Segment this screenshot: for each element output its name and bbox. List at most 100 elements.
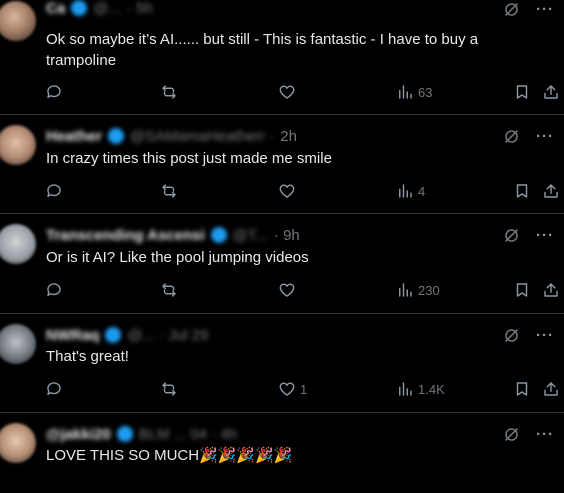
reply-card[interactable]: @jakki20 BLM ... 04 · 4h ··· LOVE THIS S… (0, 413, 564, 493)
grok-icon[interactable] (503, 1, 520, 18)
handle[interactable]: @... · Jul 29 (127, 327, 208, 344)
verified-badge-icon (105, 327, 122, 343)
like-button[interactable] (278, 83, 300, 101)
reply-card[interactable]: Transcending Ascensi @T... · 9h ··· Or i… (0, 214, 564, 314)
share-icon (544, 283, 558, 297)
heart-icon (279, 382, 295, 396)
bookmark-button[interactable] (513, 380, 531, 398)
reply-text: That's great! (46, 348, 129, 365)
share-button[interactable] (542, 182, 560, 200)
more-options-icon[interactable]: ··· (536, 129, 554, 144)
grok-icon[interactable] (503, 426, 520, 443)
avatar[interactable] (0, 224, 36, 264)
reply-card[interactable]: Heather @SAMamaHeatherr · 2h ··· In craz… (0, 115, 564, 214)
grok-icon[interactable] (503, 227, 520, 244)
reply-button[interactable] (45, 281, 63, 299)
action-bar: 63 (0, 83, 564, 103)
share-button[interactable] (542, 281, 560, 299)
reply-header: NWRaq @... · Jul 29 (46, 326, 208, 344)
repost-icon (162, 85, 176, 99)
timestamp[interactable]: 2h (280, 128, 297, 145)
reply-button[interactable] (45, 83, 63, 101)
views-button[interactable]: 63 (396, 83, 432, 101)
handle[interactable]: @SAMamaHeatherr · (130, 128, 274, 145)
display-name[interactable]: Ca (46, 0, 65, 17)
reply-icon (47, 382, 61, 395)
bookmark-button[interactable] (513, 281, 531, 299)
display-name[interactable]: Transcending Ascensi (46, 227, 205, 244)
heart-icon (279, 184, 295, 198)
reply-header: @jakki20 BLM ... 04 · 4h (46, 425, 237, 443)
more-options-icon[interactable]: ··· (536, 228, 554, 243)
verified-badge-icon (107, 128, 124, 144)
avatar[interactable] (0, 324, 36, 364)
like-button[interactable] (278, 182, 300, 200)
reply-text: Or is it AI? Like the pool jumping video… (46, 249, 309, 266)
handle[interactable]: @T... (233, 227, 268, 244)
like-button[interactable] (278, 281, 300, 299)
verified-badge-icon (116, 426, 133, 442)
timestamp[interactable]: · 9h (274, 227, 300, 244)
views-count: 1.4K (418, 381, 445, 397)
verified-badge-icon (210, 227, 227, 243)
reply-header: Transcending Ascensi @T... · 9h (46, 226, 300, 244)
share-button[interactable] (542, 380, 560, 398)
repost-button[interactable] (160, 83, 178, 101)
views-count: 4 (418, 183, 426, 199)
bookmark-button[interactable] (513, 182, 531, 200)
repost-button[interactable] (160, 182, 178, 200)
reply-icon (47, 184, 61, 197)
share-button[interactable] (542, 83, 560, 101)
views-count: 230 (418, 282, 440, 298)
display-name[interactable]: Heather (46, 128, 102, 145)
grok-icon[interactable] (503, 128, 520, 145)
top-icons: ··· (503, 1, 554, 18)
repost-icon (162, 184, 176, 198)
reply-button[interactable] (45, 380, 63, 398)
timestamp[interactable]: · 5h (127, 0, 153, 17)
avatar[interactable] (0, 1, 36, 41)
reply-text: LOVE THIS SO MUCH🎉🎉🎉🎉🎉 (46, 447, 293, 464)
views-icon (399, 283, 412, 297)
action-bar: 1 1.4K (0, 380, 564, 400)
views-button[interactable]: 1.4K (396, 380, 445, 398)
share-icon (544, 382, 558, 396)
avatar[interactable] (0, 423, 36, 463)
views-count: 63 (418, 84, 433, 100)
verified-badge-icon (71, 0, 88, 16)
views-icon (399, 382, 412, 396)
handle[interactable]: @... (93, 0, 121, 17)
views-button[interactable]: 4 (396, 182, 425, 200)
display-name[interactable]: @jakki20 (46, 426, 111, 443)
grok-icon[interactable] (503, 327, 520, 344)
reply-header: Ca @... · 5h (46, 0, 153, 17)
repost-button[interactable] (160, 380, 178, 398)
more-options-icon[interactable]: ··· (536, 2, 554, 17)
reply-icon (47, 85, 61, 98)
heart-icon (279, 283, 295, 297)
reply-header: Heather @SAMamaHeatherr · 2h (46, 127, 297, 145)
repost-button[interactable] (160, 281, 178, 299)
avatar[interactable] (0, 125, 36, 165)
top-icons: ··· (503, 327, 554, 344)
like-button[interactable]: 1 (278, 380, 307, 398)
reply-card[interactable]: NWRaq @... · Jul 29 ··· That's great! 1 … (0, 314, 564, 413)
share-icon (544, 184, 558, 198)
views-button[interactable]: 230 (396, 281, 440, 299)
reply-button[interactable] (45, 182, 63, 200)
display-name[interactable]: NWRaq (46, 327, 99, 344)
reply-text: In crazy times this post just made me sm… (46, 150, 332, 167)
repost-icon (162, 283, 176, 297)
reply-card[interactable]: Ca @... · 5h ··· Ok so maybe it’s AI....… (0, 0, 564, 115)
more-options-icon[interactable]: ··· (536, 427, 554, 442)
handle[interactable]: BLM ... 04 · 4h (139, 426, 237, 443)
heart-icon (279, 85, 295, 99)
bookmark-icon (516, 283, 528, 297)
bookmark-button[interactable] (513, 83, 531, 101)
top-icons: ··· (503, 128, 554, 145)
more-options-icon[interactable]: ··· (536, 328, 554, 343)
views-icon (399, 85, 412, 99)
top-icons: ··· (503, 227, 554, 244)
views-icon (399, 184, 412, 198)
top-icons: ··· (503, 426, 554, 443)
